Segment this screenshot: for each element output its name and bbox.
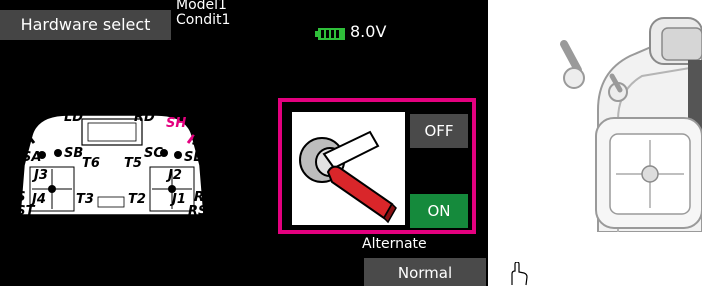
label-lst: LST bbox=[8, 204, 36, 219]
label-t6: T6 bbox=[82, 156, 100, 171]
hardware-select-title[interactable]: Hardware select bbox=[0, 10, 171, 40]
model-name: Model1 bbox=[176, 0, 227, 13]
alternate-label: Alternate bbox=[362, 236, 427, 252]
label-se: SE bbox=[8, 132, 26, 147]
label-rd: RD bbox=[134, 110, 155, 125]
battery-voltage: 8.0V bbox=[350, 22, 387, 41]
label-j2: J2 bbox=[165, 168, 182, 183]
label-sc: SC bbox=[144, 146, 163, 161]
label-sf: SF bbox=[22, 114, 40, 129]
label-rs: RS bbox=[194, 190, 213, 205]
label-sd: SD bbox=[184, 150, 204, 165]
label-t2: T2 bbox=[128, 192, 146, 207]
transmitter-screen: Hardware select Model1 Condit1 8.0V SF L… bbox=[0, 0, 488, 286]
label-t1: T1 bbox=[154, 214, 172, 227]
label-sg: SG bbox=[192, 134, 212, 149]
switch-selection-frame: OFF ON bbox=[278, 98, 476, 234]
transmitter-photo bbox=[560, 17, 702, 232]
condition-name: Condit1 bbox=[176, 12, 231, 28]
label-sb: SB bbox=[64, 146, 83, 161]
label-sh: SH bbox=[166, 116, 186, 131]
battery-icon bbox=[315, 28, 345, 40]
label-rst: RST bbox=[188, 204, 216, 219]
switch-off-button[interactable]: OFF bbox=[410, 114, 468, 148]
label-j3: J3 bbox=[31, 168, 48, 183]
label-sa: SA bbox=[22, 150, 41, 165]
label-ld: LD bbox=[64, 110, 83, 125]
alternate-mode-button[interactable]: Normal bbox=[364, 258, 486, 286]
label-t3: T3 bbox=[76, 192, 94, 207]
hand-pointer-icon bbox=[511, 262, 528, 286]
transmitter-diagram[interactable]: SF LD RD SH SE SG SA SB SC SD T6 T5 J3 J… bbox=[8, 105, 216, 227]
label-t5: T5 bbox=[124, 156, 142, 171]
label-j1: J1 bbox=[169, 192, 186, 207]
toggle-switch-icon bbox=[299, 130, 397, 224]
toggle-switch-illustration bbox=[292, 112, 405, 225]
label-ls: LS bbox=[8, 190, 26, 205]
switch-on-button[interactable]: ON bbox=[410, 194, 468, 228]
label-t4: T4 bbox=[46, 214, 64, 227]
